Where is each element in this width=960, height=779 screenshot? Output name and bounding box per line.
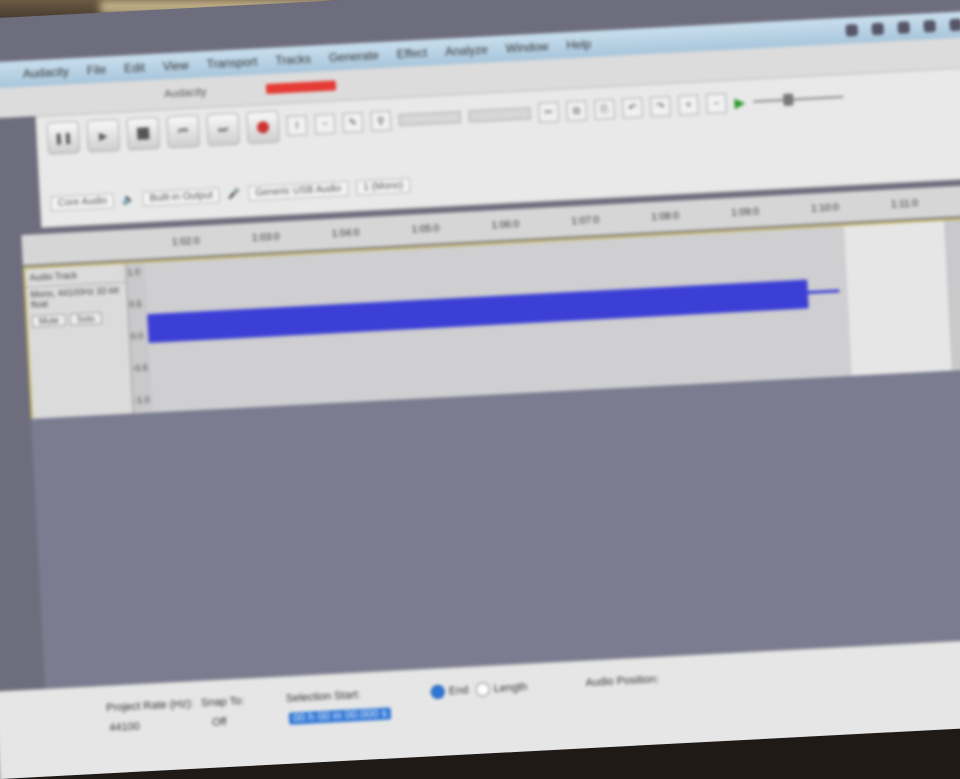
menu-analyze[interactable]: Analyze (445, 42, 488, 58)
skip-end-button[interactable]: ⏭ (206, 112, 240, 147)
menu-file[interactable]: File (86, 62, 106, 77)
zoom-tool-icon[interactable]: ⚲ (370, 110, 392, 132)
playback-meter[interactable] (468, 107, 531, 123)
skip-start-button[interactable]: ⏮ (166, 114, 200, 149)
empty-track-region[interactable] (843, 220, 952, 376)
record-button[interactable] (246, 110, 280, 145)
audio-host-select[interactable]: Core Audio (50, 193, 115, 212)
input-channels-select[interactable]: 1 (Mono) (355, 177, 411, 196)
redo-icon[interactable]: ↷ (649, 95, 671, 117)
menu-view[interactable]: View (162, 58, 188, 73)
draw-tool-icon[interactable]: ✎ (342, 112, 364, 134)
paste-icon[interactable]: ⎘ (594, 98, 616, 120)
scale-label: -1.0 (133, 394, 150, 406)
track-buttons: Mute Solo (27, 307, 128, 332)
snap-to-select[interactable]: Off (212, 716, 227, 729)
selection-start-field[interactable]: 00 h 00 m 00.000 s (288, 707, 392, 725)
menu-edit[interactable]: Edit (124, 60, 145, 75)
empty-tracks-area[interactable] (30, 366, 960, 689)
scale-label: -0.5 (132, 362, 149, 374)
scale-label: 1.0 (127, 266, 141, 278)
play-button[interactable]: ▶ (86, 118, 121, 153)
ruler-label: 1:11:0 (890, 198, 919, 211)
ruler-label: 1:05:0 (411, 223, 440, 236)
battery-icon[interactable] (923, 19, 936, 33)
mute-button[interactable]: Mute (31, 313, 67, 328)
menu-tracks[interactable]: Tracks (275, 52, 311, 68)
length-radio-icon[interactable] (475, 682, 491, 697)
menu-app[interactable]: Audacity (23, 64, 70, 80)
selection-tool-icon[interactable]: I (286, 114, 308, 137)
scale-label: 0.5 (128, 298, 142, 310)
screen: Audacity File Edit View Transport Tracks… (0, 0, 960, 779)
ruler-label: 1:08:0 (651, 210, 680, 224)
record-meter[interactable] (398, 110, 462, 127)
selection-start-label: Selection Start: (285, 688, 361, 705)
output-device-select[interactable]: Built-in Output (142, 187, 221, 207)
recording-level-bar (265, 80, 337, 95)
speaker-icon: 🔈 (121, 194, 135, 206)
end-radio[interactable]: End (430, 683, 469, 700)
copy-icon[interactable]: ⧉ (566, 100, 588, 122)
ruler-label: 1:04:0 (331, 227, 360, 240)
zoom-in-icon[interactable]: + (677, 94, 699, 116)
slider-knob[interactable] (782, 93, 794, 107)
menu-window[interactable]: Window (505, 39, 548, 55)
status-tray (845, 18, 960, 37)
spotlight-icon[interactable] (949, 18, 960, 32)
project-rate-select[interactable]: 44100 (109, 721, 140, 735)
menu-generate[interactable]: Generate (328, 48, 379, 65)
wifi-icon[interactable] (871, 22, 885, 36)
solo-button[interactable]: Solo (69, 311, 103, 326)
selection-start-value[interactable]: 00 h 00 m 00.000 s (288, 707, 392, 725)
end-radio-icon[interactable] (430, 684, 446, 700)
window-title: Audacity (163, 86, 207, 101)
envelope-tool-icon[interactable]: ~ (314, 113, 336, 135)
ruler-label: 1:03:0 (251, 231, 280, 245)
end-radio-label: End (448, 684, 469, 698)
bluetooth-icon[interactable] (845, 24, 859, 37)
snap-to-label: Snap To: (200, 695, 245, 710)
stop-button[interactable] (126, 116, 161, 151)
volume-icon[interactable] (897, 21, 910, 34)
play-at-speed-icon[interactable]: ▶ (734, 94, 746, 112)
zoom-out-icon[interactable]: − (705, 93, 727, 115)
ruler-label: 1:02:0 (171, 235, 201, 249)
cut-icon[interactable]: ✂ (538, 101, 560, 123)
ruler-label: 1:07:0 (571, 214, 600, 228)
length-radio-label: Length (493, 681, 528, 695)
menu-help[interactable]: Help (566, 37, 591, 52)
undo-icon[interactable]: ↶ (622, 97, 644, 119)
play-speed-slider[interactable] (753, 93, 844, 107)
track-control-panel: Audio Track Mono, 44100Hz 32-bit float M… (25, 263, 134, 419)
pause-button[interactable]: ❚❚ (46, 120, 81, 155)
scale-label: 0.0 (130, 330, 144, 342)
menu-effect[interactable]: Effect (396, 46, 427, 62)
microphone-icon: 🎤 (227, 188, 241, 201)
project-rate-label: Project Rate (Hz): (105, 697, 194, 715)
ruler-label: 1:09:0 (730, 206, 760, 219)
audio-position-label: Audio Position: (585, 673, 660, 690)
ruler-label: 1:10:0 (810, 202, 840, 215)
input-device-select[interactable]: Generic USB Audio (247, 180, 349, 202)
menu-transport[interactable]: Transport (206, 55, 258, 72)
ruler-label: 1:06:0 (491, 219, 520, 232)
length-radio[interactable]: Length (475, 680, 528, 697)
